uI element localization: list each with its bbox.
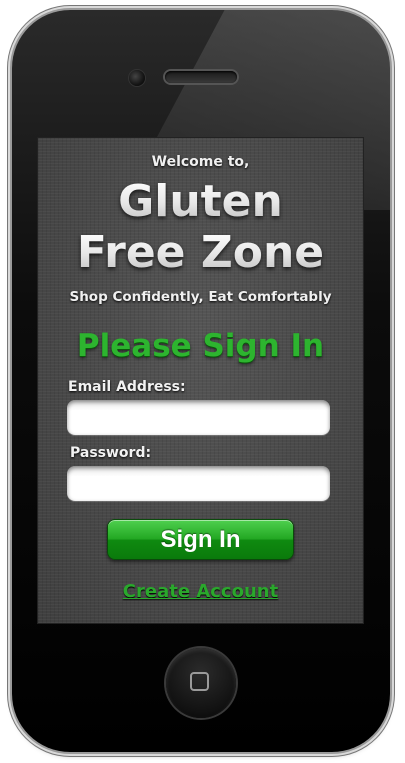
app-title-line-2: Free Zone	[38, 229, 363, 277]
password-field[interactable]	[67, 466, 330, 501]
email-field[interactable]	[67, 400, 330, 435]
sign-in-button[interactable]: Sign In	[107, 519, 294, 560]
welcome-text: Welcome to,	[151, 154, 250, 170]
create-account-link[interactable]: Create Account	[38, 581, 363, 602]
speaker-grille-icon	[165, 71, 237, 83]
home-button-icon	[190, 672, 209, 691]
email-label: Email Address:	[68, 379, 186, 395]
front-camera-icon	[129, 70, 145, 86]
password-label: Password:	[70, 445, 152, 461]
tagline: Shop Confidently, Eat Comfortably	[69, 289, 332, 305]
app-title-line-1: Gluten	[38, 178, 363, 226]
app-screen: Welcome to, Gluten Free Zone Shop Confid…	[38, 138, 363, 623]
sign-in-heading: Please Sign In	[76, 328, 325, 364]
home-button[interactable]	[166, 648, 236, 718]
